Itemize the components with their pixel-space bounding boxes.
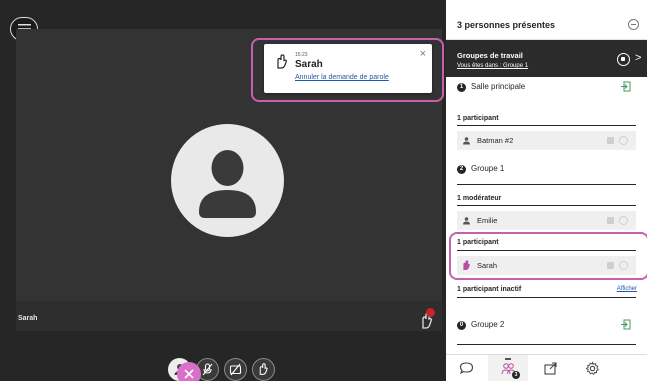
- video-area: Sarah 15:23 Sarah Annuler la demande de …: [0, 0, 446, 381]
- close-icon: [184, 369, 194, 379]
- attendee-name: Emilie: [477, 216, 498, 225]
- user-icon: [463, 217, 470, 225]
- room-group-2: 0 Groupe 2: [457, 319, 637, 333]
- room-name: Groupe 1: [471, 164, 505, 173]
- join-room-icon[interactable]: [621, 81, 631, 92]
- camera-button[interactable]: [224, 357, 247, 381]
- attendee-row-emilie[interactable]: Emilie: [457, 211, 636, 230]
- panel-tabbar: 3: [446, 354, 647, 381]
- divider: [457, 297, 636, 298]
- speaker-avatar: [171, 124, 284, 237]
- divider: [457, 344, 636, 345]
- panel-header: 3 personnes présentes: [446, 0, 647, 40]
- room-count-badge: 1: [457, 83, 466, 92]
- stop-groups-icon[interactable]: [617, 53, 630, 66]
- chevron-right-icon[interactable]: >: [635, 52, 641, 64]
- tab-settings[interactable]: [572, 355, 612, 381]
- attendee-row-batman[interactable]: Batman #2: [457, 131, 636, 150]
- microphone-off-icon: [202, 362, 213, 375]
- room-group-1: 2 Groupe 1: [457, 163, 637, 177]
- camera-off-icon: [229, 363, 242, 375]
- current-group-link[interactable]: Vous êtes dans : Groupe 1: [457, 63, 528, 69]
- settings-icon: [585, 361, 599, 376]
- section-moderators: 1 modérateur: [457, 195, 502, 202]
- chat-icon: [459, 362, 473, 375]
- raise-hand-button[interactable]: [252, 357, 275, 381]
- attendee-status-icon: [619, 136, 628, 145]
- raise-hand-icon: [277, 54, 288, 69]
- tab-share[interactable]: [530, 355, 570, 381]
- breakout-groups-title: Groupes de travail: [457, 51, 523, 60]
- raise-hand-notification: 15:23 Sarah Annuler la demande de parole…: [264, 44, 432, 93]
- collapse-icon[interactable]: [628, 19, 639, 30]
- room-count-badge: 2: [457, 165, 466, 174]
- attendee-status-icon: [619, 216, 628, 225]
- room-name: Groupe 2: [471, 320, 505, 329]
- close-icon[interactable]: ×: [420, 48, 426, 60]
- room-name: Salle principale: [471, 82, 526, 91]
- attendee-options-icon[interactable]: [607, 137, 614, 144]
- user-silhouette-icon: [199, 150, 256, 218]
- video-name-bar: [16, 301, 442, 331]
- divider: [457, 205, 636, 206]
- notification-time: 15:23: [295, 52, 308, 58]
- attendee-options-icon[interactable]: [607, 217, 614, 224]
- raise-hand-icon: [259, 362, 268, 375]
- room-main: 1 Salle principale: [457, 81, 637, 95]
- room-count-badge: 0: [457, 321, 466, 330]
- breakout-groups-bar[interactable]: Groupes de travail Vous êtes dans : Grou…: [446, 40, 647, 77]
- sarah-row-highlight: [449, 232, 647, 280]
- notification-name: Sarah: [295, 59, 323, 70]
- section-inactive: 1 participant inactif: [457, 286, 522, 293]
- panel-title: 3 personnes présentes: [457, 20, 556, 30]
- join-room-icon[interactable]: [621, 319, 631, 330]
- section-participants-main: 1 participant: [457, 115, 499, 122]
- divider: [457, 125, 636, 126]
- divider: [457, 184, 636, 185]
- tab-chat[interactable]: [446, 355, 486, 381]
- video-participant-name: Sarah: [18, 315, 38, 322]
- close-panel-button[interactable]: [177, 362, 201, 381]
- tab-participants[interactable]: 3: [488, 355, 528, 381]
- user-icon: [463, 137, 470, 145]
- raise-hand-count-badge: [426, 308, 435, 317]
- share-icon: [543, 362, 557, 375]
- show-inactive-link[interactable]: Afficher: [617, 286, 637, 292]
- attendee-name: Batman #2: [477, 136, 514, 145]
- cancel-raise-hand-link[interactable]: Annuler la demande de parole: [295, 74, 389, 81]
- participants-count-badge: 3: [512, 371, 520, 379]
- attendees-panel: 3 personnes présentes Groupes de travail…: [446, 0, 647, 381]
